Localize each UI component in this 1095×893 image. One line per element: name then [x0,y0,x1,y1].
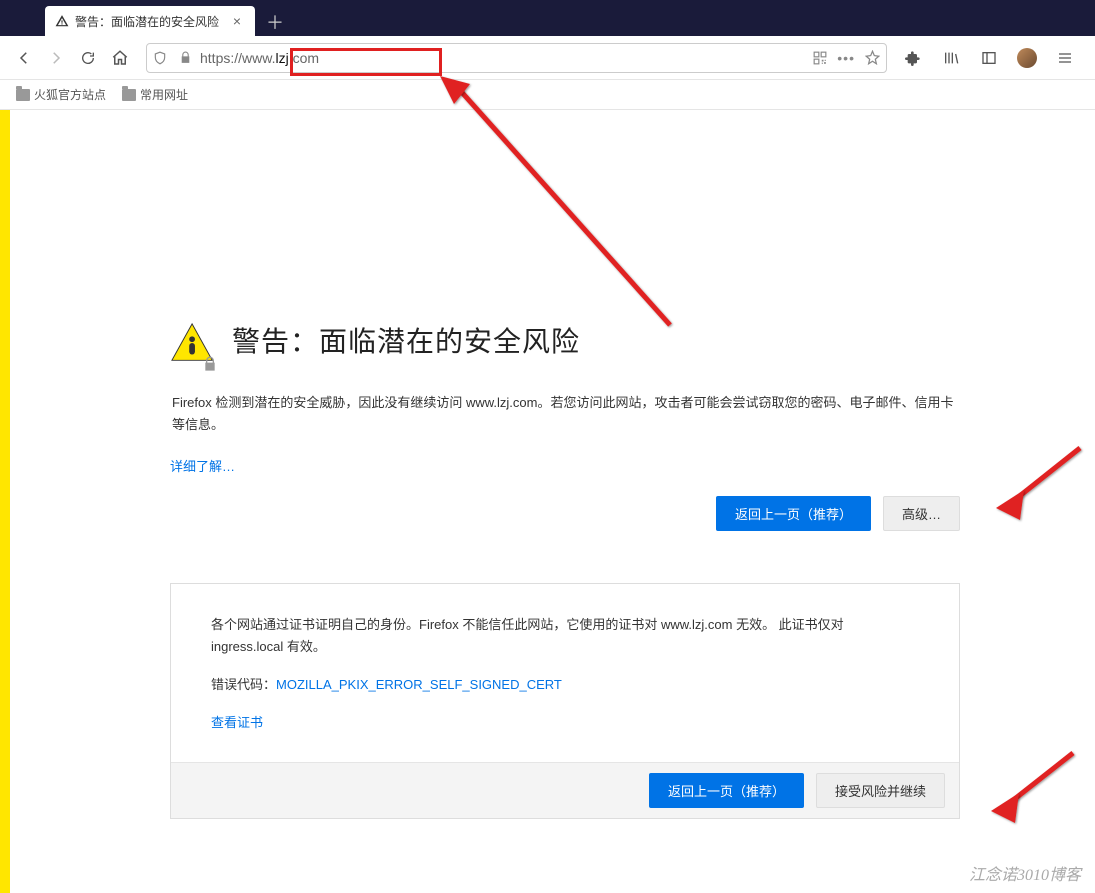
go-back-button[interactable]: 返回上一页（推荐） [716,496,871,531]
error-code: MOZILLA_PKIX_ERROR_SELF_SIGNED_CERT [276,677,562,692]
tab-bar: 警告：面临潜在的安全风险 × ＋ [0,0,1095,36]
go-back-button-2[interactable]: 返回上一页（推荐） [649,773,804,808]
left-accent-bar [0,110,10,893]
menu-icon[interactable] [1051,44,1079,72]
bookmark-label: 火狐官方站点 [34,86,106,103]
library-icon[interactable] [937,44,965,72]
view-certificate-link[interactable]: 查看证书 [211,715,263,730]
bookmark-item-common[interactable]: 常用网址 [122,86,188,103]
toolbar: https://www.lzj.com ••• [0,36,1095,80]
learn-more-link[interactable]: 详细了解… [170,459,235,474]
reload-button[interactable] [74,44,102,72]
bookmark-star-icon[interactable] [865,50,880,65]
warning-icon [55,14,69,28]
error-page: 警告：面临潜在的安全风险 Firefox 检测到潜在的安全威胁，因此没有继续访问… [10,110,1095,893]
error-title: 警告：面临潜在的安全风险 [232,320,580,360]
error-code-line: 错误代码：MOZILLA_PKIX_ERROR_SELF_SIGNED_CERT [211,674,919,696]
advanced-button[interactable]: 高级… [883,496,960,531]
folder-icon [122,89,136,101]
browser-tab[interactable]: 警告：面临潜在的安全风险 × [45,6,255,36]
shield-icon[interactable] [147,51,173,65]
tab-title: 警告：面临潜在的安全风险 [75,13,219,30]
tab-close-button[interactable]: × [229,13,245,29]
bookmark-item-official[interactable]: 火狐官方站点 [16,86,106,103]
folder-icon [16,89,30,101]
watermark: 江念诺3010博客 [969,861,1081,885]
accept-risk-button[interactable]: 接受风险并继续 [816,773,945,808]
back-button[interactable] [10,44,38,72]
qr-icon[interactable] [813,51,827,65]
warning-triangle-icon [170,320,214,368]
sidebar-icon[interactable] [975,44,1003,72]
advanced-panel: 各个网站通过证书证明自己的身份。Firefox 不能信任此网站，它使用的证书对 … [170,583,960,819]
lock-icon[interactable] [173,51,198,64]
url-bar[interactable]: https://www.lzj.com ••• [146,43,887,73]
new-tab-button[interactable]: ＋ [261,8,289,36]
bookmarks-bar: 火狐官方站点 常用网址 [0,80,1095,110]
advanced-description: 各个网站通过证书证明自己的身份。Firefox 不能信任此网站，它使用的证书对 … [211,614,919,658]
url-text: https://www.lzj.com [198,50,807,66]
forward-button[interactable] [42,44,70,72]
account-avatar[interactable] [1013,44,1041,72]
bookmark-label: 常用网址 [140,86,188,103]
error-description: Firefox 检测到潜在的安全威胁，因此没有继续访问 www.lzj.com。… [170,392,960,436]
extension-icon[interactable] [899,44,927,72]
page-actions-icon[interactable]: ••• [837,50,855,66]
home-button[interactable] [106,44,134,72]
